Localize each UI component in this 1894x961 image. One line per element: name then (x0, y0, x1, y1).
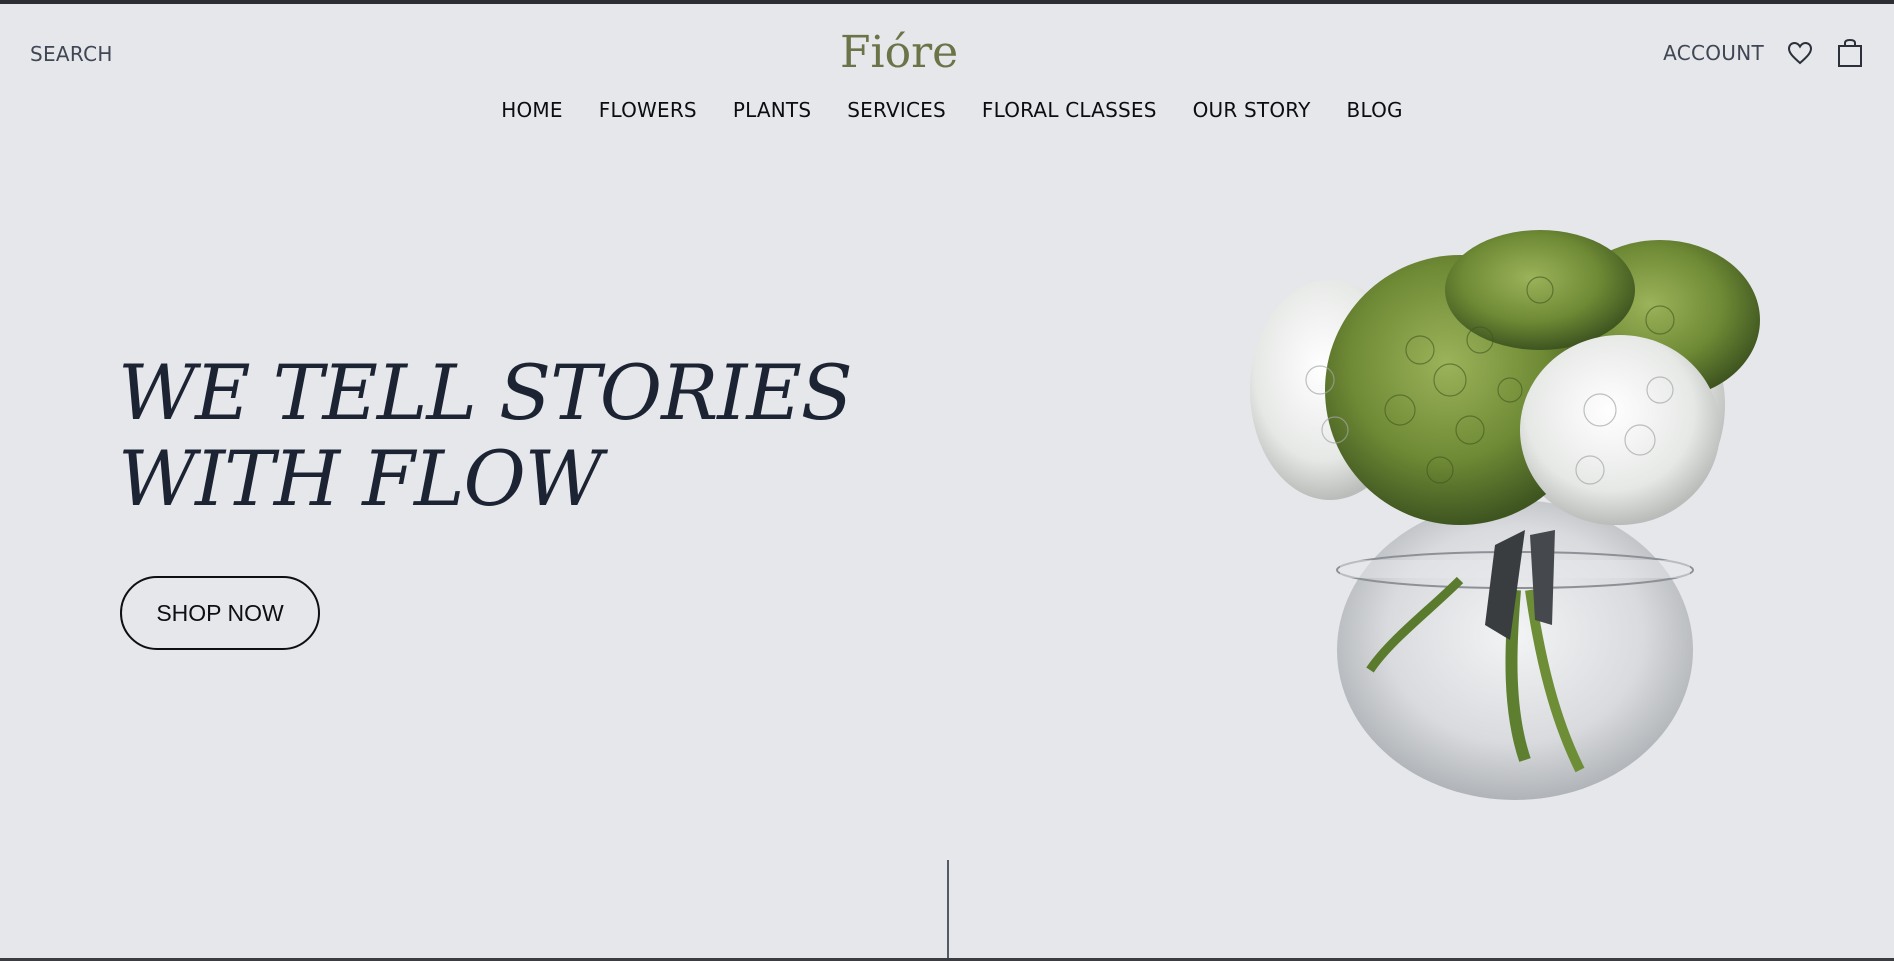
header-actions: ACCOUNT (1663, 38, 1864, 68)
scroll-indicator-line (947, 860, 949, 961)
search-link[interactable]: SEARCH (30, 42, 113, 66)
site-header: SEARCH Fióre ACCOUNT HOME FLOWERS PLANTS… (0, 4, 1894, 144)
nav-item-flowers[interactable]: FLOWERS (599, 98, 697, 122)
account-link[interactable]: ACCOUNT (1663, 41, 1764, 65)
brand-logo[interactable]: Fióre (840, 26, 958, 80)
main-nav: HOME FLOWERS PLANTS SERVICES FLORAL CLAS… (0, 98, 1894, 122)
nav-item-blog[interactable]: BLOG (1347, 98, 1403, 122)
heart-icon[interactable] (1786, 38, 1814, 68)
shop-now-button[interactable]: SHOP NOW (120, 576, 320, 650)
nav-item-services[interactable]: SERVICES (847, 98, 946, 122)
nav-item-floral-classes[interactable]: FLORAL CLASSES (982, 98, 1157, 122)
nav-item-home[interactable]: HOME (501, 98, 562, 122)
hero-bouquet-image (1240, 230, 1780, 800)
hero-title-line-1: WE TELL STORIES (118, 348, 853, 437)
nav-item-our-story[interactable]: OUR STORY (1193, 98, 1311, 122)
nav-item-plants[interactable]: PLANTS (733, 98, 811, 122)
hero-title-line-2: WITH FLOW (118, 434, 603, 523)
hero-title: WE TELL STORIES WITH FLOW (118, 348, 853, 523)
shopping-bag-icon[interactable] (1836, 38, 1864, 68)
